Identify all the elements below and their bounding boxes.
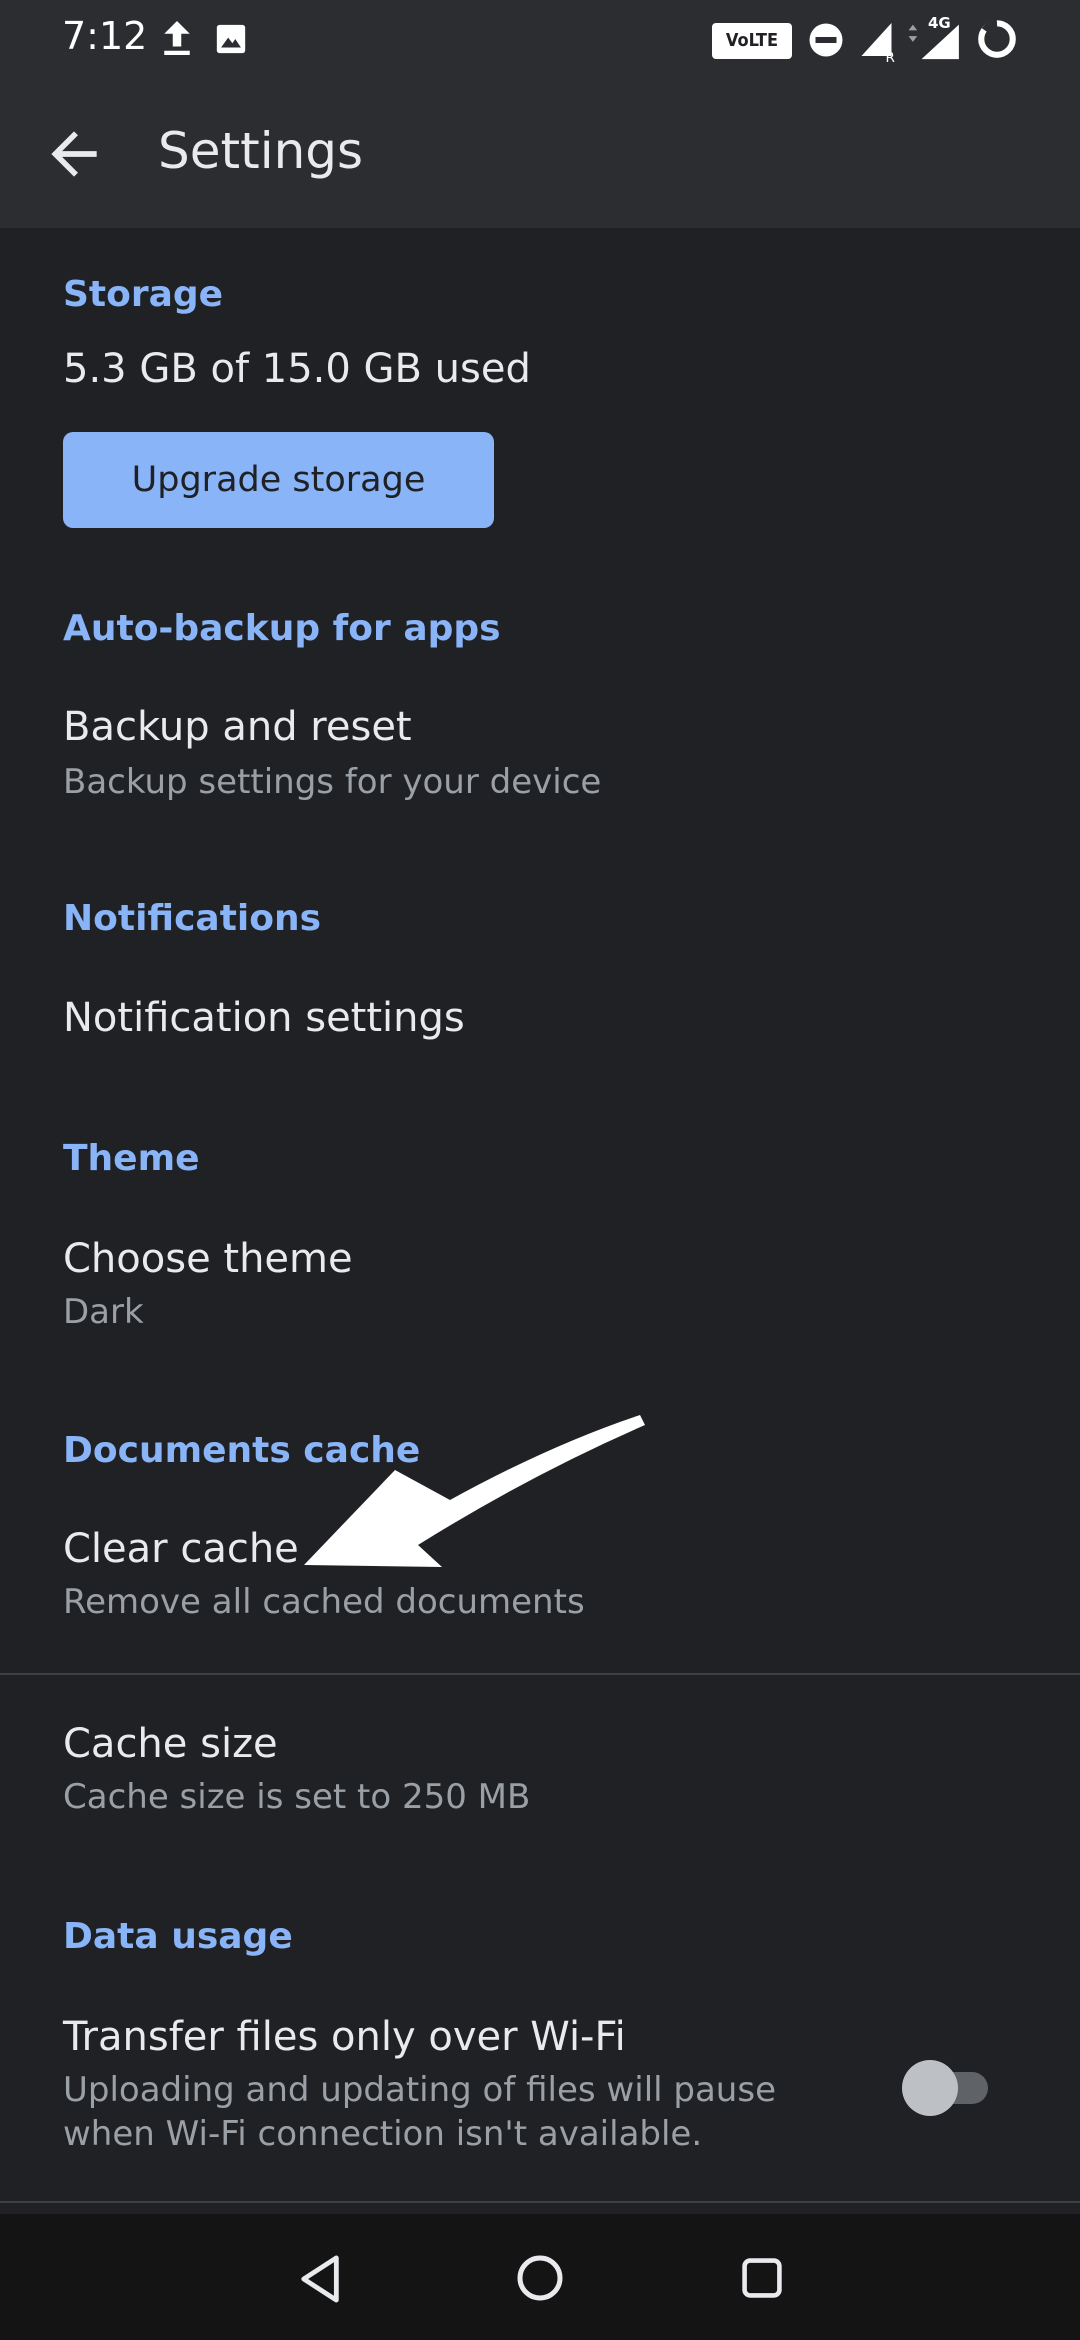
clear-cache-title: Clear cache — [63, 1526, 299, 1572]
section-header-theme: Theme — [63, 1138, 200, 1179]
nav-recents-icon[interactable] — [740, 2256, 784, 2300]
section-header-notifications: Notifications — [63, 898, 322, 939]
wifi-only-subtitle-line2: when Wi-Fi connection isn't available. — [63, 2114, 703, 2154]
clear-cache-subtitle: Remove all cached documents — [63, 1582, 585, 1622]
network-label: 4G — [928, 14, 951, 32]
svg-text:R: R — [886, 50, 895, 62]
backup-and-reset-title: Backup and reset — [63, 704, 412, 750]
status-time: 7:12 — [62, 14, 148, 58]
cache-size-title: Cache size — [63, 1721, 278, 1767]
navigation-bar — [0, 2214, 1080, 2340]
signal-roaming-icon: R — [861, 23, 895, 62]
signal-4g-icon: 4G — [904, 14, 962, 62]
upload-icon — [164, 21, 190, 55]
nav-home-icon[interactable] — [516, 2254, 564, 2302]
divider — [0, 1673, 1080, 1675]
app-bar: Settings — [0, 78, 1080, 228]
do-not-disturb-icon — [809, 23, 843, 57]
section-header-data-usage: Data usage — [63, 1916, 293, 1957]
choose-theme-value: Dark — [63, 1292, 144, 1332]
annotation-arrow-icon — [304, 1415, 645, 1567]
section-header-storage: Storage — [63, 274, 224, 315]
image-icon — [216, 24, 246, 54]
wifi-only-title: Transfer files only over Wi-Fi — [63, 2014, 626, 2060]
notification-settings-item[interactable]: Notification settings — [0, 980, 1080, 1100]
section-header-auto-backup: Auto-backup for apps — [63, 608, 501, 649]
backup-and-reset-subtitle: Backup settings for your device — [63, 762, 602, 802]
arrow-back-icon[interactable] — [40, 120, 108, 188]
toggle-thumb — [902, 2060, 958, 2116]
backup-and-reset-item[interactable]: Backup and reset Backup settings for you… — [0, 690, 1080, 830]
choose-theme-item[interactable]: Choose theme Dark — [0, 1222, 1080, 1362]
wifi-only-subtitle-line1: Uploading and updating of files will pau… — [63, 2070, 776, 2110]
wifi-only-toggle[interactable] — [902, 2060, 992, 2116]
status-bar: 7:12 VoLTE R 4G — [0, 0, 1080, 78]
cache-size-item[interactable]: Cache size Cache size is set to 250 MB — [0, 1705, 1080, 1865]
storage-used-text: 5.3 GB of 15.0 GB used — [63, 346, 531, 392]
cache-size-subtitle: Cache size is set to 250 MB — [63, 1777, 531, 1817]
nav-back-icon[interactable] — [298, 2254, 344, 2304]
page-title: Settings — [158, 122, 364, 180]
choose-theme-title: Choose theme — [63, 1236, 353, 1282]
upgrade-storage-button[interactable]: Upgrade storage — [63, 432, 494, 528]
notification-settings-title: Notification settings — [63, 995, 465, 1041]
divider — [0, 2201, 1080, 2203]
battery-icon — [978, 19, 1016, 58]
volte-badge: VoLTE — [712, 23, 792, 59]
